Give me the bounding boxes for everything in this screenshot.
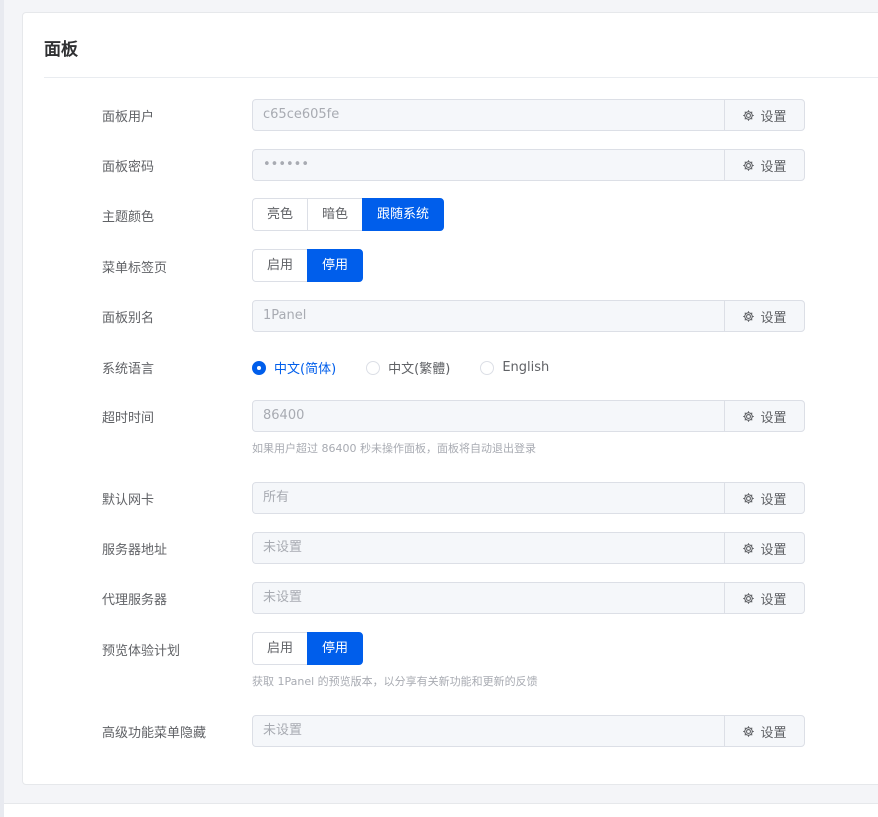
left-edge [0,0,4,817]
panel-user-field: c65ce605fe 设置 [252,99,805,131]
radio-label: English [502,360,550,375]
timeout-help-text: 如果用户超过 86400 秒未操作面板，面板将自动退出登录 [252,442,536,455]
radio-dot [366,360,381,375]
hidden-menus-field: 未设置 设置 [252,715,805,747]
gear-icon [743,492,755,504]
set-label: 设置 [760,542,787,558]
gear-icon [743,310,755,322]
set-label: 设置 [760,725,787,741]
panel-alias-set-button[interactable]: 设置 [724,301,804,331]
menu-tabs-label: 菜单标签页 [102,261,168,276]
timeout-field: 86400 设置 [252,400,805,432]
radio-label: 中文(简体) [274,362,337,377]
hidden-menus-label: 高级功能菜单隐藏 [102,726,207,741]
set-label: 设置 [760,310,787,326]
language-label: 系统语言 [102,362,155,377]
nic-value[interactable]: 所有 [253,483,724,513]
language-option-zh-hant[interactable]: 中文(繁體) [366,358,450,377]
title-divider [44,77,878,78]
set-label: 设置 [760,109,787,125]
nic-set-button[interactable]: 设置 [724,483,804,513]
timeout-set-button[interactable]: 设置 [724,401,804,431]
proxy-label: 代理服务器 [102,593,168,608]
gear-icon [743,410,755,422]
preview-help-text: 获取 1Panel 的预览版本，以分享有关新功能和更新的反馈 [252,675,538,688]
panel-alias-label: 面板别名 [102,311,155,326]
preview-segmented: 启用 停用 [252,632,364,665]
gear-icon [743,592,755,604]
language-option-zh-hans[interactable]: 中文(简体) [252,358,336,377]
theme-option-system[interactable]: 跟随系统 [362,198,445,231]
menu-tabs-option-enable[interactable]: 启用 [252,249,309,282]
panel-alias-value[interactable]: 1Panel [253,301,724,331]
server-address-field: 未设置 设置 [252,532,805,564]
timeout-value[interactable]: 86400 [253,401,724,431]
hidden-menus-value[interactable]: 未设置 [253,716,724,746]
panel-password-field: •••••• 设置 [252,149,805,181]
server-address-value[interactable]: 未设置 [253,533,724,563]
radio-dot [252,360,266,375]
panel-settings-card: 面板 面板用户 c65ce605fe 设置 面板密码 •••••• 设置 主题颜… [22,12,878,785]
hidden-menus-set-button[interactable]: 设置 [724,716,804,746]
theme-option-dark[interactable]: 暗色 [307,198,364,231]
panel-user-label: 面板用户 [102,110,155,125]
radio-dot [480,360,495,375]
panel-user-set-button[interactable]: 设置 [724,100,804,130]
panel-password-value[interactable]: •••••• [253,150,724,180]
set-label: 设置 [760,492,787,508]
theme-option-light[interactable]: 亮色 [252,198,309,231]
nic-label: 默认网卡 [102,493,155,508]
panel-alias-field: 1Panel 设置 [252,300,805,332]
card-title: 面板 [44,40,78,60]
panel-user-value[interactable]: c65ce605fe [253,100,724,130]
proxy-field: 未设置 设置 [252,582,805,614]
preview-label: 预览体验计划 [102,644,181,659]
theme-label: 主题颜色 [102,210,155,225]
gear-icon [743,109,755,121]
language-radio-group: 中文(简体) 中文(繁體) English [252,358,549,377]
language-option-english[interactable]: English [480,360,549,375]
panel-password-set-button[interactable]: 设置 [724,150,804,180]
proxy-value[interactable]: 未设置 [253,583,724,613]
set-label: 设置 [760,159,787,175]
preview-option-disable[interactable]: 停用 [307,632,364,665]
nic-field: 所有 设置 [252,482,805,514]
server-address-label: 服务器地址 [102,543,168,558]
preview-option-enable[interactable]: 启用 [252,632,309,665]
timeout-label: 超时时间 [102,411,155,426]
set-label: 设置 [760,592,787,608]
gear-icon [743,159,755,171]
radio-label: 中文(繁體) [388,362,451,377]
menu-tabs-segmented: 启用 停用 [252,249,364,282]
gear-icon [743,725,755,737]
gear-icon [743,542,755,554]
menu-tabs-option-disable[interactable]: 停用 [307,249,364,282]
panel-password-label: 面板密码 [102,160,155,175]
server-address-set-button[interactable]: 设置 [724,533,804,563]
proxy-set-button[interactable]: 设置 [724,583,804,613]
bottom-bar [4,803,878,817]
set-label: 设置 [760,410,787,426]
theme-segmented: 亮色 暗色 跟随系统 [252,198,445,231]
